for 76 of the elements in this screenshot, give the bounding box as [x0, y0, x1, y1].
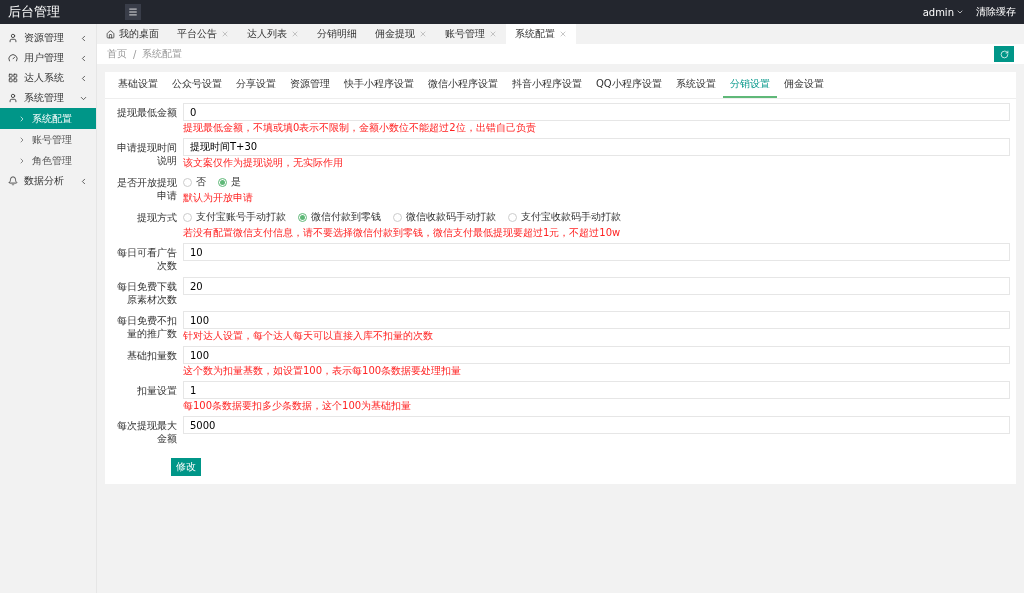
chevron-icon: [18, 114, 26, 123]
settings-tab[interactable]: 公众号设置: [165, 72, 229, 98]
field-label: 每次提现最大金额: [116, 419, 177, 446]
field-hint: 每100条数据要扣多少条数据，这个100为基础扣量: [183, 399, 413, 412]
sidebar-item[interactable]: 系统管理: [0, 88, 96, 108]
close-icon[interactable]: [291, 30, 299, 38]
page-tab[interactable]: 我的桌面: [97, 24, 168, 44]
menu-button[interactable]: [125, 4, 141, 20]
input-field[interactable]: 20: [183, 277, 1010, 295]
sidebar-subitem[interactable]: 账号管理: [0, 129, 96, 150]
field-label: 每日免费不扣量的推广数: [116, 314, 177, 341]
radio-option[interactable]: 否: [183, 175, 206, 189]
settings-tab[interactable]: 分享设置: [229, 72, 283, 98]
sidebar-item[interactable]: 用户管理: [0, 48, 96, 68]
page-tab[interactable]: 达人列表: [238, 24, 308, 44]
page-tab[interactable]: 账号管理: [436, 24, 506, 44]
settings-tab[interactable]: 快手小程序设置: [337, 72, 421, 98]
page-tab[interactable]: 平台公告: [168, 24, 238, 44]
sidebar-subitem[interactable]: 角色管理: [0, 150, 96, 171]
page-tab[interactable]: 系统配置: [506, 24, 576, 44]
radio-option[interactable]: 支付宝账号手动打款: [183, 210, 286, 224]
close-icon[interactable]: [221, 30, 229, 38]
sidebar-item[interactable]: 数据分析: [0, 171, 96, 191]
field-label: 扣量设置: [136, 384, 177, 398]
home-icon: [106, 29, 115, 39]
field-hint: 针对达人设置，每个达人每天可以直接入库不扣量的次数: [183, 329, 434, 342]
radio-option[interactable]: 是: [218, 175, 241, 189]
field-label: 每日可看广告次数: [116, 246, 177, 273]
settings-tab[interactable]: 佣金设置: [776, 72, 831, 98]
input-field[interactable]: 1: [183, 381, 1010, 399]
radio-option[interactable]: 微信收款码手动打款: [393, 210, 496, 224]
field-label: 提现方式: [136, 211, 177, 225]
sidebar-item[interactable]: 资源管理: [0, 28, 96, 48]
close-icon[interactable]: [419, 30, 427, 38]
field-label: 申请提现时间说明: [116, 141, 177, 168]
radio-option[interactable]: 支付宝收款码手动打款: [508, 210, 621, 224]
breadcrumb-separator: /: [133, 48, 137, 60]
field-label: 是否开放提现申请: [116, 176, 177, 203]
chevron-icon: [18, 156, 26, 165]
settings-tab[interactable]: 微信小程序设置: [421, 72, 505, 98]
input-field[interactable]: 100: [183, 346, 1010, 364]
input-field[interactable]: 100: [183, 311, 1010, 329]
settings-tab[interactable]: 抖音小程序设置: [505, 72, 589, 98]
settings-tab[interactable]: 分销设置: [722, 72, 777, 98]
close-icon[interactable]: [489, 30, 497, 38]
field-hint: 默认为开放申请: [183, 191, 254, 204]
field-label: 提现最低金额: [116, 106, 177, 120]
radio-option[interactable]: 微信付款到零钱: [298, 210, 381, 224]
field-label: 每日免费下载原素材次数: [116, 280, 177, 307]
page-tab[interactable]: 佣金提现: [366, 24, 436, 44]
field-hint: 这个数为扣量基数，如设置100，表示每100条数据要处理扣量: [183, 364, 463, 377]
page-tab[interactable]: 分销明细: [308, 24, 366, 44]
close-icon[interactable]: [559, 30, 567, 38]
submit-button[interactable]: 修改: [171, 458, 201, 476]
chevron-icon: [18, 135, 26, 144]
settings-tab[interactable]: 资源管理: [283, 72, 337, 98]
app-title: 后台管理: [8, 3, 61, 21]
refresh-icon: [999, 49, 1009, 59]
sidebar-item[interactable]: 达人系统: [0, 68, 96, 88]
field-hint: 提现最低金额，不填或填0表示不限制，金额小数位不能超过2位，出错自己负责: [183, 121, 537, 134]
caret-icon: [79, 176, 88, 186]
field-hint: 该文案仅作为提现说明，无实际作用: [183, 156, 344, 169]
settings-tab[interactable]: 基础设置: [111, 72, 165, 98]
input-field[interactable]: 5000: [183, 416, 1010, 434]
refresh-button[interactable]: [994, 46, 1014, 62]
settings-tab[interactable]: 系统设置: [668, 72, 723, 98]
user-menu[interactable]: admin: [922, 6, 964, 18]
caret-icon: [956, 8, 964, 16]
input-field[interactable]: 10: [183, 243, 1010, 261]
input-field[interactable]: 提现时间T+30: [183, 138, 1010, 156]
settings-tab[interactable]: QQ小程序设置: [589, 72, 669, 98]
field-hint: 若没有配置微信支付信息，请不要选择微信付款到零钱，微信支付最低提现要超过1元，不超过10w: [183, 226, 622, 239]
input-field[interactable]: 0: [183, 103, 1010, 121]
field-label: 基础扣量数: [126, 349, 177, 363]
clear-cache-link[interactable]: 清除缓存: [976, 5, 1016, 19]
sidebar-subitem[interactable]: 系统配置: [0, 108, 96, 129]
